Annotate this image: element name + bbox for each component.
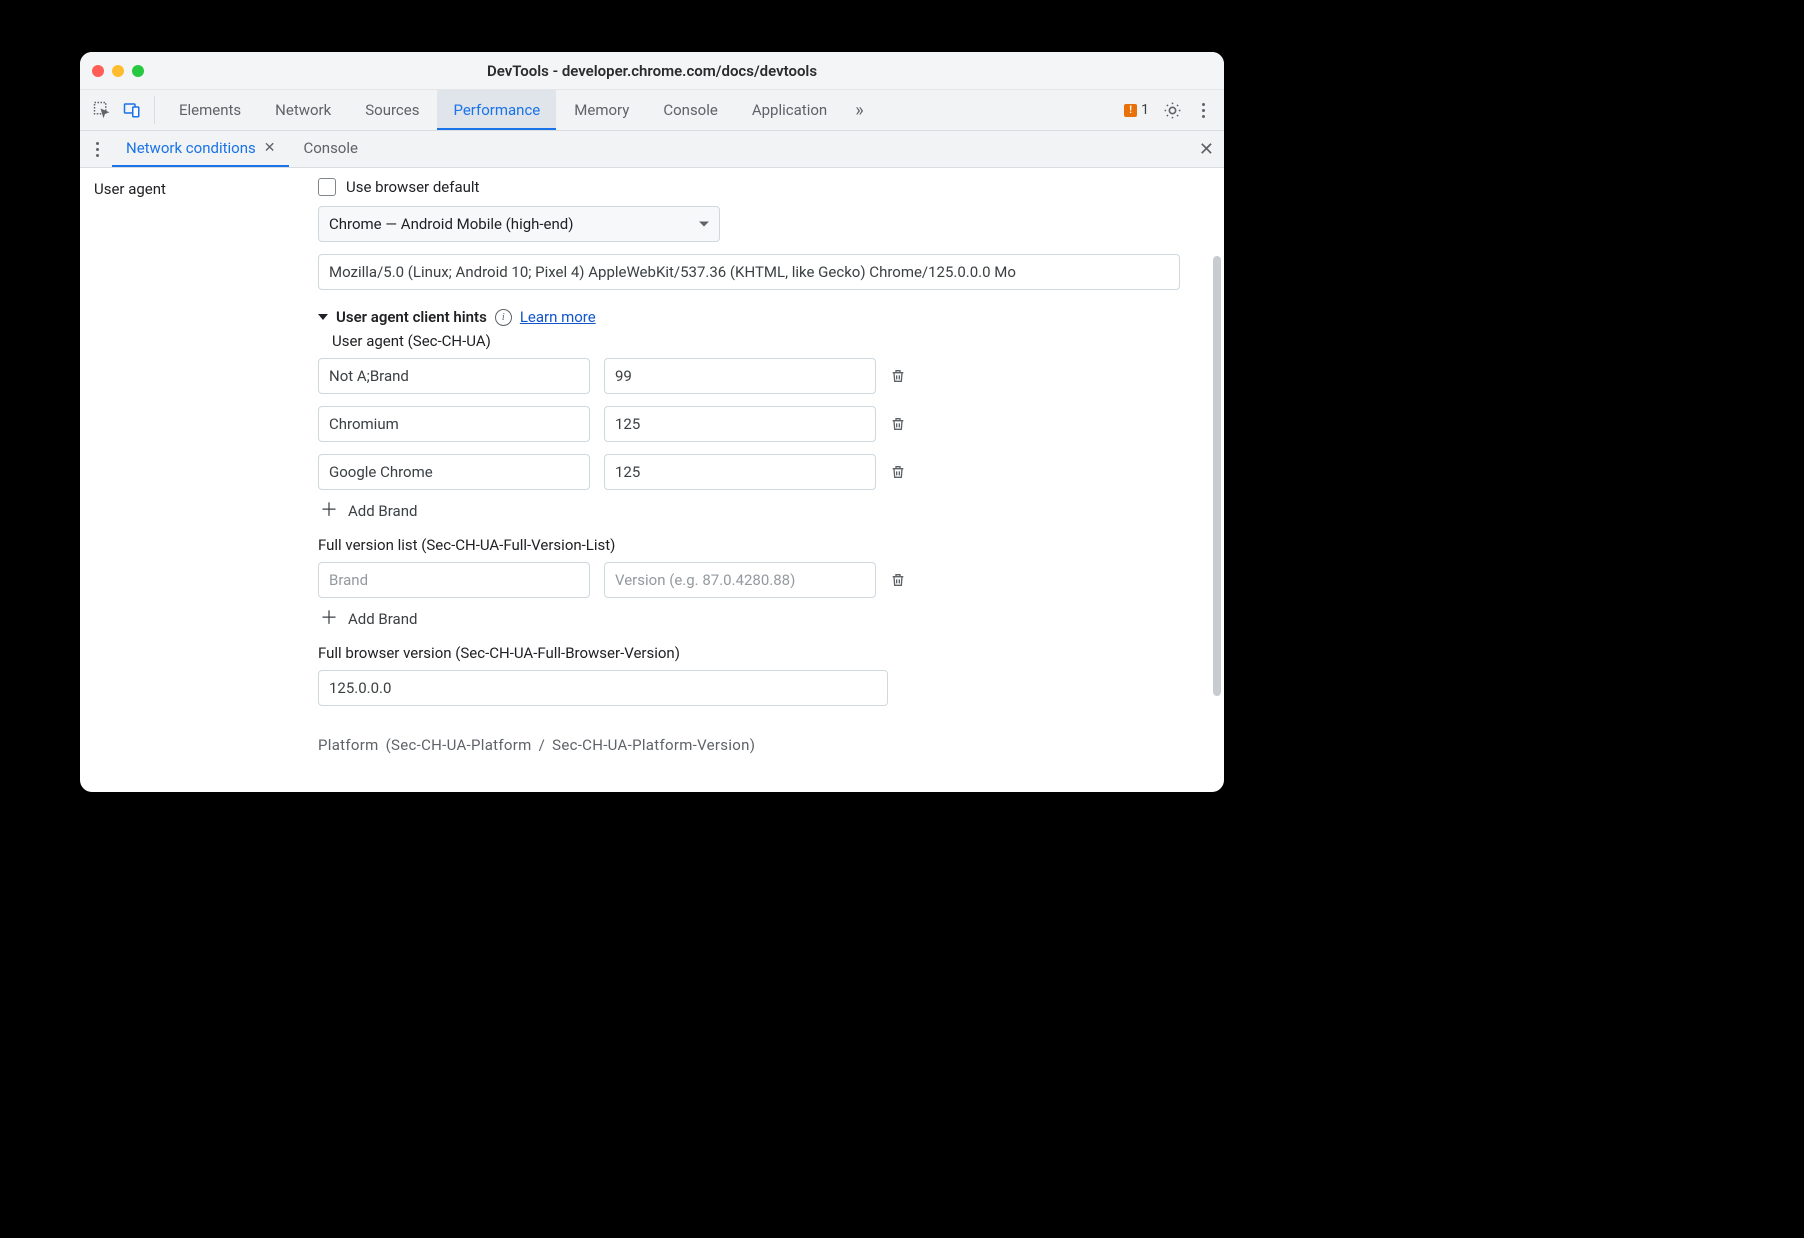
issues-count: 1: [1141, 102, 1149, 118]
close-tab-icon[interactable]: ✕: [264, 140, 276, 156]
brand-input[interactable]: Not A;Brand: [318, 358, 590, 394]
window-controls: [92, 65, 144, 77]
issues-badge[interactable]: ! 1: [1124, 102, 1149, 118]
drawer-tab-network-conditions[interactable]: Network conditions ✕: [112, 131, 289, 167]
brand-version-input[interactable]: 125: [604, 454, 876, 490]
platform-label-cut: Platform (Sec-CH-UA-Platform / Sec-CH-UA…: [318, 736, 1210, 754]
input-value: Not A;Brand: [329, 367, 409, 385]
info-icon[interactable]: i: [495, 309, 512, 326]
brand-row: Not A;Brand 99: [318, 358, 1210, 394]
brand-row: Google Chrome 125: [318, 454, 1210, 490]
client-hints-heading: User agent client hints: [336, 308, 487, 326]
more-tabs-button[interactable]: »: [845, 90, 873, 130]
tab-sources[interactable]: Sources: [349, 90, 435, 130]
learn-more-link[interactable]: Learn more: [520, 308, 596, 326]
tab-console[interactable]: Console: [647, 90, 734, 130]
tab-performance[interactable]: Performance: [437, 90, 556, 130]
brand-row: Chromium 125: [318, 406, 1210, 442]
input-value: 99: [615, 367, 632, 385]
tab-label: Sources: [365, 101, 419, 119]
tab-label: Elements: [179, 101, 241, 119]
add-brand-button[interactable]: ＋ Add Brand: [320, 502, 1210, 520]
delete-brand-button[interactable]: [890, 367, 908, 385]
input-value: Google Chrome: [329, 463, 433, 481]
delete-full-version-button[interactable]: [890, 571, 908, 589]
network-conditions-panel: User agent Use browser default Chrome — …: [80, 168, 1224, 792]
full-version-brand-input[interactable]: Brand: [318, 562, 590, 598]
drawer-tab-label: Console: [303, 139, 358, 157]
more-options-button[interactable]: [1196, 103, 1210, 118]
tab-network[interactable]: Network: [259, 90, 347, 130]
use-browser-default-label: Use browser default: [346, 178, 479, 196]
add-brand-label: Add Brand: [348, 610, 417, 628]
add-brand-label: Add Brand: [348, 502, 417, 520]
delete-brand-button[interactable]: [890, 415, 908, 433]
input-value: 125: [615, 415, 640, 433]
use-browser-default-checkbox[interactable]: [318, 178, 336, 196]
full-version-version-input[interactable]: Version (e.g. 87.0.4280.88): [604, 562, 876, 598]
settings-button[interactable]: [1163, 101, 1182, 120]
trash-icon: [890, 415, 906, 433]
vertical-scrollbar[interactable]: [1213, 256, 1221, 696]
user-agent-select[interactable]: Chrome — Android Mobile (high-end): [318, 206, 720, 242]
minimize-window-button[interactable]: [112, 65, 124, 77]
trash-icon: [890, 571, 906, 589]
tab-label: Network: [275, 101, 331, 119]
full-version-row: Brand Version (e.g. 87.0.4280.88): [318, 562, 1210, 598]
input-placeholder: Version (e.g. 87.0.4280.88): [615, 571, 795, 589]
devtools-window: DevTools - developer.chrome.com/docs/dev…: [80, 52, 1224, 792]
issues-icon: !: [1124, 104, 1137, 117]
plus-icon: ＋: [320, 502, 338, 520]
trash-icon: [890, 463, 906, 481]
full-version-list-label: Full version list (Sec-CH-UA-Full-Versio…: [318, 536, 1210, 554]
input-placeholder: Brand: [329, 571, 368, 589]
input-value: Mozilla/5.0 (Linux; Android 10; Pixel 4)…: [329, 263, 1016, 281]
inspect-element-icon[interactable]: [88, 90, 116, 130]
tab-memory[interactable]: Memory: [558, 90, 645, 130]
full-browser-version-input[interactable]: 125.0.0.0: [318, 670, 888, 706]
disclosure-triangle-icon[interactable]: [318, 314, 328, 320]
sec-ch-ua-label: User agent (Sec-CH-UA): [332, 332, 1210, 350]
delete-brand-button[interactable]: [890, 463, 908, 481]
window-title: DevTools - developer.chrome.com/docs/dev…: [80, 62, 1224, 80]
chevron-down-icon: [699, 222, 709, 227]
close-drawer-button[interactable]: ✕: [1199, 139, 1214, 160]
tab-label: Memory: [574, 101, 629, 119]
device-toolbar-icon[interactable]: [118, 90, 146, 130]
input-value: 125: [615, 463, 640, 481]
add-full-version-brand-button[interactable]: ＋ Add Brand: [320, 610, 1210, 628]
drawer-tab-label: Network conditions: [126, 139, 256, 157]
drawer-more-button[interactable]: [90, 142, 104, 157]
close-window-button[interactable]: [92, 65, 104, 77]
chevron-double-right-icon: »: [855, 100, 863, 121]
input-value: 125.0.0.0: [329, 679, 391, 697]
brand-version-input[interactable]: 99: [604, 358, 876, 394]
drawer-tab-console[interactable]: Console: [289, 131, 372, 167]
select-value: Chrome — Android Mobile (high-end): [329, 215, 573, 233]
section-heading: User agent: [94, 180, 310, 198]
trash-icon: [890, 367, 906, 385]
tab-label: Console: [663, 101, 718, 119]
plus-icon: ＋: [320, 610, 338, 628]
full-browser-version-label: Full browser version (Sec-CH-UA-Full-Bro…: [318, 644, 1210, 662]
brand-input[interactable]: Google Chrome: [318, 454, 590, 490]
tab-elements[interactable]: Elements: [163, 90, 257, 130]
brand-input[interactable]: Chromium: [318, 406, 590, 442]
user-agent-string-input[interactable]: Mozilla/5.0 (Linux; Android 10; Pixel 4)…: [318, 254, 1180, 290]
brand-version-input[interactable]: 125: [604, 406, 876, 442]
tab-label: Application: [752, 101, 827, 119]
input-value: Chromium: [329, 415, 399, 433]
fullscreen-window-button[interactable]: [132, 65, 144, 77]
tab-application[interactable]: Application: [736, 90, 843, 130]
main-tab-strip: Elements Network Sources Performance Mem…: [80, 90, 1224, 131]
drawer-tab-strip: Network conditions ✕ Console ✕: [80, 131, 1224, 168]
gear-icon: [1163, 101, 1182, 120]
tab-label: Performance: [453, 101, 540, 119]
titlebar: DevTools - developer.chrome.com/docs/dev…: [80, 52, 1224, 90]
